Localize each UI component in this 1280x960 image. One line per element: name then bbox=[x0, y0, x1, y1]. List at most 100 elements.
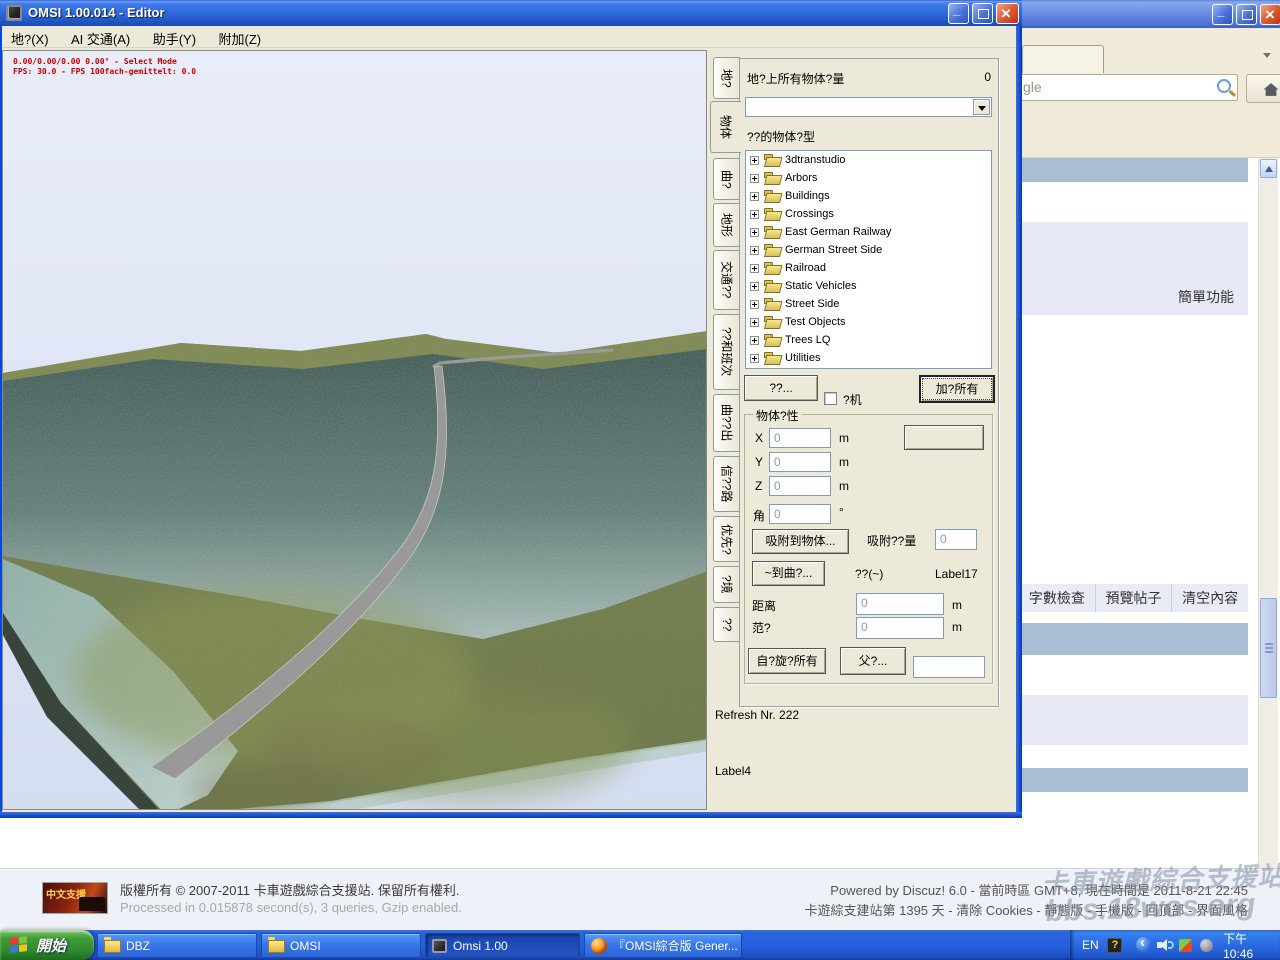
tab-splines[interactable]: 曲? bbox=[713, 158, 740, 200]
home-button[interactable] bbox=[1246, 74, 1280, 103]
preview-post-button[interactable]: 預覽帖子 bbox=[1095, 584, 1172, 612]
scroll-up-arrow-icon[interactable] bbox=[1260, 159, 1277, 178]
tab-map[interactable]: 地? bbox=[713, 57, 740, 99]
object-select-combobox[interactable] bbox=[745, 97, 992, 117]
site-info-links[interactable]: 卡遊綜支建站第 1395 天 - 清除 Cookies - 靜態版 - 手機版 … bbox=[805, 900, 1249, 919]
tree-item-label: Street Side bbox=[785, 298, 839, 310]
parent-field[interactable] bbox=[913, 656, 985, 678]
folder-icon bbox=[764, 280, 780, 292]
tray-collapse-icon[interactable] bbox=[1136, 937, 1152, 953]
expand-icon[interactable] bbox=[750, 336, 759, 345]
expand-icon[interactable] bbox=[750, 300, 759, 309]
expand-icon[interactable] bbox=[750, 354, 759, 363]
editor-close-button[interactable] bbox=[996, 3, 1019, 24]
tab-objects[interactable]: 物体 bbox=[710, 101, 741, 153]
snap-to-object-button[interactable]: 吸附到物体... bbox=[752, 529, 849, 554]
word-count-button[interactable]: 字數檢查 bbox=[1018, 584, 1095, 612]
tab-signal-routes[interactable]: 信??路 bbox=[713, 456, 740, 512]
tree-item[interactable]: Utilities bbox=[746, 349, 991, 367]
browser-close-button[interactable] bbox=[1260, 4, 1280, 25]
expand-icon[interactable] bbox=[750, 282, 759, 291]
start-label: 開始 bbox=[36, 935, 66, 956]
audio-device-icon[interactable] bbox=[1200, 939, 1213, 952]
coord-x-field[interactable]: 0 bbox=[769, 428, 831, 448]
expand-icon[interactable] bbox=[750, 174, 759, 183]
browser-scrollbar[interactable] bbox=[1258, 158, 1278, 926]
expand-icon[interactable] bbox=[750, 210, 759, 219]
tab-environment[interactable]: ?境 bbox=[713, 566, 740, 603]
tree-item[interactable]: Static Vehicles bbox=[746, 277, 991, 295]
browser-minimize-button[interactable] bbox=[1212, 4, 1233, 25]
expand-icon[interactable] bbox=[750, 192, 759, 201]
coord-y-field[interactable]: 0 bbox=[769, 452, 831, 472]
taskbar: 開始 DBZ OMSI Omsi 1.00 『OMSI綜合版 Gener... … bbox=[0, 930, 1280, 960]
editor-titlebar[interactable]: OMSI 1.00.014 - Editor bbox=[0, 0, 1022, 26]
tab-priority[interactable]: 优先? bbox=[713, 516, 740, 562]
blank-button[interactable] bbox=[904, 425, 984, 450]
snap-amount-field[interactable]: 0 bbox=[935, 529, 977, 550]
spline-hint-label: ??(~) bbox=[855, 567, 883, 581]
scrollbar-thumb[interactable] bbox=[1260, 598, 1277, 698]
tab-lines-schedules[interactable]: ??和班次 bbox=[713, 314, 740, 390]
angle-field[interactable]: 0 bbox=[769, 504, 831, 524]
tree-item[interactable]: Crossings bbox=[746, 205, 991, 223]
taskbar-button-omsi-folder[interactable]: OMSI bbox=[261, 933, 421, 958]
editor-minimize-button[interactable] bbox=[948, 3, 969, 24]
tree-item[interactable]: Street Side bbox=[746, 295, 991, 313]
menu-map[interactable]: 地?(X) bbox=[2, 26, 58, 51]
combobox-dropdown-icon[interactable] bbox=[973, 99, 990, 115]
random-checkbox-label[interactable]: ?机 bbox=[843, 391, 862, 408]
3d-viewport[interactable]: 0.00/0.00/0.00 0.00° - Select Mode FPS: … bbox=[2, 50, 707, 810]
expand-icon[interactable] bbox=[750, 156, 759, 165]
tree-item[interactable]: German Street Side bbox=[746, 241, 991, 259]
taskbar-button-omsi-app[interactable]: Omsi 1.00 bbox=[425, 933, 580, 958]
parent-button[interactable]: 父?... bbox=[840, 647, 906, 675]
menu-addons[interactable]: 附加(Z) bbox=[210, 26, 271, 51]
object-category-tree[interactable]: 3dtranstudio Arbors Buildings Crossings … bbox=[745, 150, 992, 369]
window-border bbox=[0, 26, 2, 818]
random-checkbox[interactable] bbox=[824, 392, 837, 405]
clear-content-button[interactable]: 清空內容 bbox=[1171, 584, 1248, 612]
hud-line1: 0.00/0.00/0.00 0.00° - Select Mode bbox=[13, 57, 196, 67]
expand-icon[interactable] bbox=[750, 246, 759, 255]
tree-item[interactable]: Trees LQ bbox=[746, 331, 991, 349]
tab-spline-export[interactable]: 曲??出 bbox=[713, 394, 740, 452]
volume-icon[interactable] bbox=[1157, 939, 1171, 951]
expand-icon[interactable] bbox=[750, 264, 759, 273]
tree-item[interactable]: East German Railway bbox=[746, 223, 991, 241]
site-banner[interactable]: 中文支援 bbox=[42, 882, 108, 914]
tree-item[interactable]: Railroad bbox=[746, 259, 991, 277]
taskbar-button-dbz[interactable]: DBZ bbox=[97, 933, 257, 958]
select-button[interactable]: ??... bbox=[744, 375, 818, 401]
browser-tab[interactable] bbox=[1022, 45, 1104, 73]
expand-icon[interactable] bbox=[750, 318, 759, 327]
editor-maximize-button[interactable] bbox=[972, 3, 993, 24]
tab-traffic[interactable]: 交通?? bbox=[713, 250, 740, 310]
tab-terrain[interactable]: 地形 bbox=[713, 203, 740, 247]
range-field[interactable]: 0 bbox=[856, 617, 944, 639]
taskbar-button-firefox[interactable]: 『OMSI綜合版 Gener... bbox=[584, 933, 742, 958]
messenger-icon[interactable] bbox=[1179, 939, 1192, 952]
start-button[interactable]: 開始 bbox=[0, 930, 94, 960]
search-icon[interactable] bbox=[1217, 79, 1231, 93]
coord-z-field[interactable]: 0 bbox=[769, 476, 831, 496]
coord-z-label: Z bbox=[755, 479, 762, 493]
ime-help-icon[interactable] bbox=[1107, 938, 1122, 953]
menu-helper[interactable]: 助手(Y) bbox=[144, 26, 205, 51]
menu-traffic[interactable]: AI 交通(A) bbox=[62, 26, 139, 51]
language-indicator[interactable]: EN bbox=[1082, 938, 1099, 952]
to-spline-button[interactable]: ~到曲?... bbox=[752, 561, 825, 586]
tree-item[interactable]: Test Objects bbox=[746, 313, 991, 331]
tab-misc[interactable]: ?? bbox=[713, 607, 740, 642]
folder-icon bbox=[764, 190, 780, 202]
browser-maximize-button[interactable] bbox=[1236, 4, 1257, 25]
rotate-all-button[interactable]: 自?旋?所有 bbox=[748, 648, 826, 674]
distance-field[interactable]: 0 bbox=[856, 593, 944, 615]
tab-list-arrow-icon[interactable] bbox=[1263, 53, 1271, 58]
search-input[interactable]: gle bbox=[1018, 74, 1238, 101]
tree-item[interactable]: Arbors bbox=[746, 169, 991, 187]
tree-item[interactable]: 3dtranstudio bbox=[746, 151, 991, 169]
add-all-button[interactable]: 加?所有 bbox=[919, 375, 995, 403]
expand-icon[interactable] bbox=[750, 228, 759, 237]
tree-item[interactable]: Buildings bbox=[746, 187, 991, 205]
